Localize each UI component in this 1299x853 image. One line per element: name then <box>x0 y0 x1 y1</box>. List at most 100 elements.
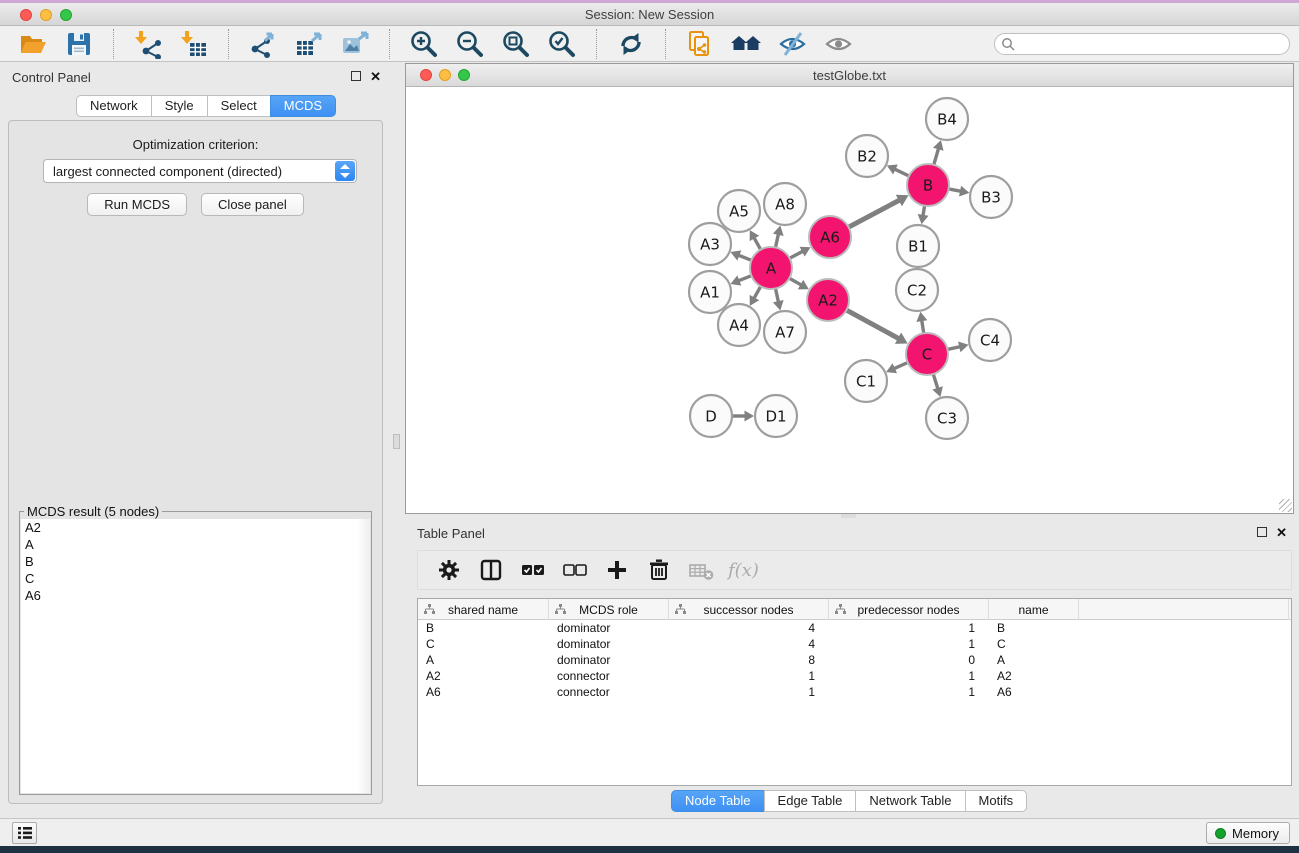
graph-node-C3[interactable]: C3 <box>926 397 968 439</box>
table-cell[interactable]: C <box>418 636 549 652</box>
result-list-item[interactable]: C <box>21 570 357 587</box>
deselect-all-rows-icon[interactable] <box>560 555 590 585</box>
float-panel-icon[interactable] <box>1257 527 1267 537</box>
table-cell[interactable]: 4 <box>669 636 829 652</box>
graph-edge-C-C1[interactable] <box>894 362 908 368</box>
node-table[interactable]: shared nameMCDS rolesuccessor nodesprede… <box>417 598 1292 786</box>
graph-node-A4[interactable]: A4 <box>718 304 760 346</box>
graph-node-A6[interactable]: A6 <box>809 216 851 258</box>
table-settings-icon[interactable] <box>434 555 464 585</box>
graph-node-A[interactable]: A <box>750 247 792 289</box>
table-cell[interactable]: dominator <box>549 636 669 652</box>
table-row[interactable]: Adominator80A <box>418 652 1291 668</box>
zoom-in-icon[interactable] <box>408 28 440 60</box>
toggle-columns-icon[interactable] <box>476 555 506 585</box>
table-cell[interactable]: connector <box>549 684 669 700</box>
result-list-item[interactable]: B <box>21 553 357 570</box>
close-panel-icon[interactable]: ✕ <box>370 69 381 85</box>
table-cell[interactable]: 1 <box>829 668 989 684</box>
result-list-item[interactable]: A <box>21 536 357 553</box>
graph-node-A5[interactable]: A5 <box>718 190 760 232</box>
run-mcds-button[interactable]: Run MCDS <box>87 193 187 216</box>
close-panel-icon[interactable]: ✕ <box>1276 525 1287 541</box>
table-row[interactable]: A2connector11A2 <box>418 668 1291 684</box>
table-cell[interactable] <box>1079 684 1289 700</box>
window-resize-grip[interactable] <box>1279 499 1292 512</box>
search-input[interactable] <box>994 33 1290 55</box>
graph-node-A7[interactable]: A7 <box>764 311 806 353</box>
table-cell[interactable]: 1 <box>829 620 989 636</box>
graph-edge-C-C3[interactable] <box>933 374 938 389</box>
tab-motifs[interactable]: Motifs <box>965 790 1028 812</box>
float-panel-icon[interactable] <box>351 71 361 81</box>
mcds-result-list[interactable]: A2ABCA6 <box>21 519 358 793</box>
graph-node-B[interactable]: B <box>907 164 949 206</box>
table-row[interactable]: A6connector11A6 <box>418 684 1291 700</box>
table-cell[interactable] <box>1079 620 1289 636</box>
table-cell[interactable]: 1 <box>829 636 989 652</box>
graph-edge-A-A1[interactable] <box>738 276 751 281</box>
column-header-shared-name[interactable]: shared name <box>418 599 549 620</box>
refresh-layout-icon[interactable] <box>615 28 647 60</box>
graph-edge-A-A7[interactable] <box>775 289 778 303</box>
graph-node-C[interactable]: C <box>906 333 948 375</box>
save-session-icon[interactable] <box>63 28 95 60</box>
graph-edge-B-B2[interactable] <box>895 169 909 176</box>
graph-edge-A6-B[interactable] <box>849 200 900 227</box>
graph-node-A8[interactable]: A8 <box>764 183 806 225</box>
column-header-empty[interactable] <box>1079 599 1289 620</box>
table-cell[interactable]: 1 <box>669 684 829 700</box>
graph-node-A3[interactable]: A3 <box>689 223 731 265</box>
export-network-icon[interactable] <box>247 28 279 60</box>
add-row-icon[interactable] <box>602 555 632 585</box>
graph-node-B3[interactable]: B3 <box>970 176 1012 218</box>
export-table-icon[interactable] <box>293 28 325 60</box>
tab-mcds[interactable]: MCDS <box>270 95 336 117</box>
table-cell[interactable]: dominator <box>549 620 669 636</box>
column-header-predecessor-nodes[interactable]: predecessor nodes <box>829 599 989 620</box>
graph-node-C2[interactable]: C2 <box>896 269 938 311</box>
graph-edge-A-A4[interactable] <box>754 286 761 298</box>
graph-node-C4[interactable]: C4 <box>969 319 1011 361</box>
graph-edge-A-A2[interactable] <box>789 278 801 285</box>
task-history-button[interactable] <box>12 822 37 844</box>
graph-edge-C-C4[interactable] <box>947 347 960 350</box>
import-network-icon[interactable] <box>132 28 164 60</box>
table-cell[interactable]: 0 <box>829 652 989 668</box>
result-list-scrollbar[interactable] <box>357 519 370 793</box>
table-cell[interactable] <box>1079 668 1289 684</box>
delete-table-icon[interactable] <box>686 555 716 585</box>
criterion-dropdown[interactable]: largest connected component (directed) <box>43 159 357 183</box>
column-header-successor-nodes[interactable]: successor nodes <box>669 599 829 620</box>
graph-edge-A2-C[interactable] <box>846 310 898 339</box>
table-cell[interactable]: connector <box>549 668 669 684</box>
table-row[interactable]: Cdominator41C <box>418 636 1291 652</box>
delete-row-icon[interactable] <box>644 555 674 585</box>
table-header-row[interactable]: shared nameMCDS rolesuccessor nodesprede… <box>418 599 1291 620</box>
column-header-name[interactable]: name <box>989 599 1079 620</box>
graph-edge-B-B4[interactable] <box>934 148 939 165</box>
export-image-icon[interactable] <box>339 28 371 60</box>
table-cell[interactable]: A <box>989 652 1079 668</box>
zoom-selected-icon[interactable] <box>546 28 578 60</box>
network-graph[interactable]: B4B2BB3A8A5A6A3B1AC2A1A2A4A7C4CC1DC3D1 <box>406 87 1293 513</box>
hide-graphics-details-icon[interactable] <box>776 28 808 60</box>
table-cell[interactable]: 1 <box>669 668 829 684</box>
column-header-MCDS-role[interactable]: MCDS role <box>549 599 669 620</box>
zoom-out-icon[interactable] <box>454 28 486 60</box>
open-session-icon[interactable] <box>17 28 49 60</box>
table-cell[interactable]: B <box>418 620 549 636</box>
graph-edge-A-A3[interactable] <box>738 255 751 260</box>
close-panel-button[interactable]: Close panel <box>201 193 304 216</box>
graph-node-D1[interactable]: D1 <box>755 395 797 437</box>
import-table-icon[interactable] <box>178 28 210 60</box>
tab-edge-table[interactable]: Edge Table <box>764 790 857 812</box>
memory-button[interactable]: Memory <box>1206 822 1290 844</box>
function-builder-icon[interactable]: f(x) <box>728 560 759 581</box>
table-cell[interactable] <box>1079 652 1289 668</box>
table-cell[interactable]: A <box>418 652 549 668</box>
table-body[interactable]: Bdominator41BCdominator41CAdominator80AA… <box>418 620 1291 700</box>
home-view-icon[interactable] <box>730 28 762 60</box>
graph-node-B1[interactable]: B1 <box>897 225 939 267</box>
table-cell[interactable]: A6 <box>418 684 549 700</box>
